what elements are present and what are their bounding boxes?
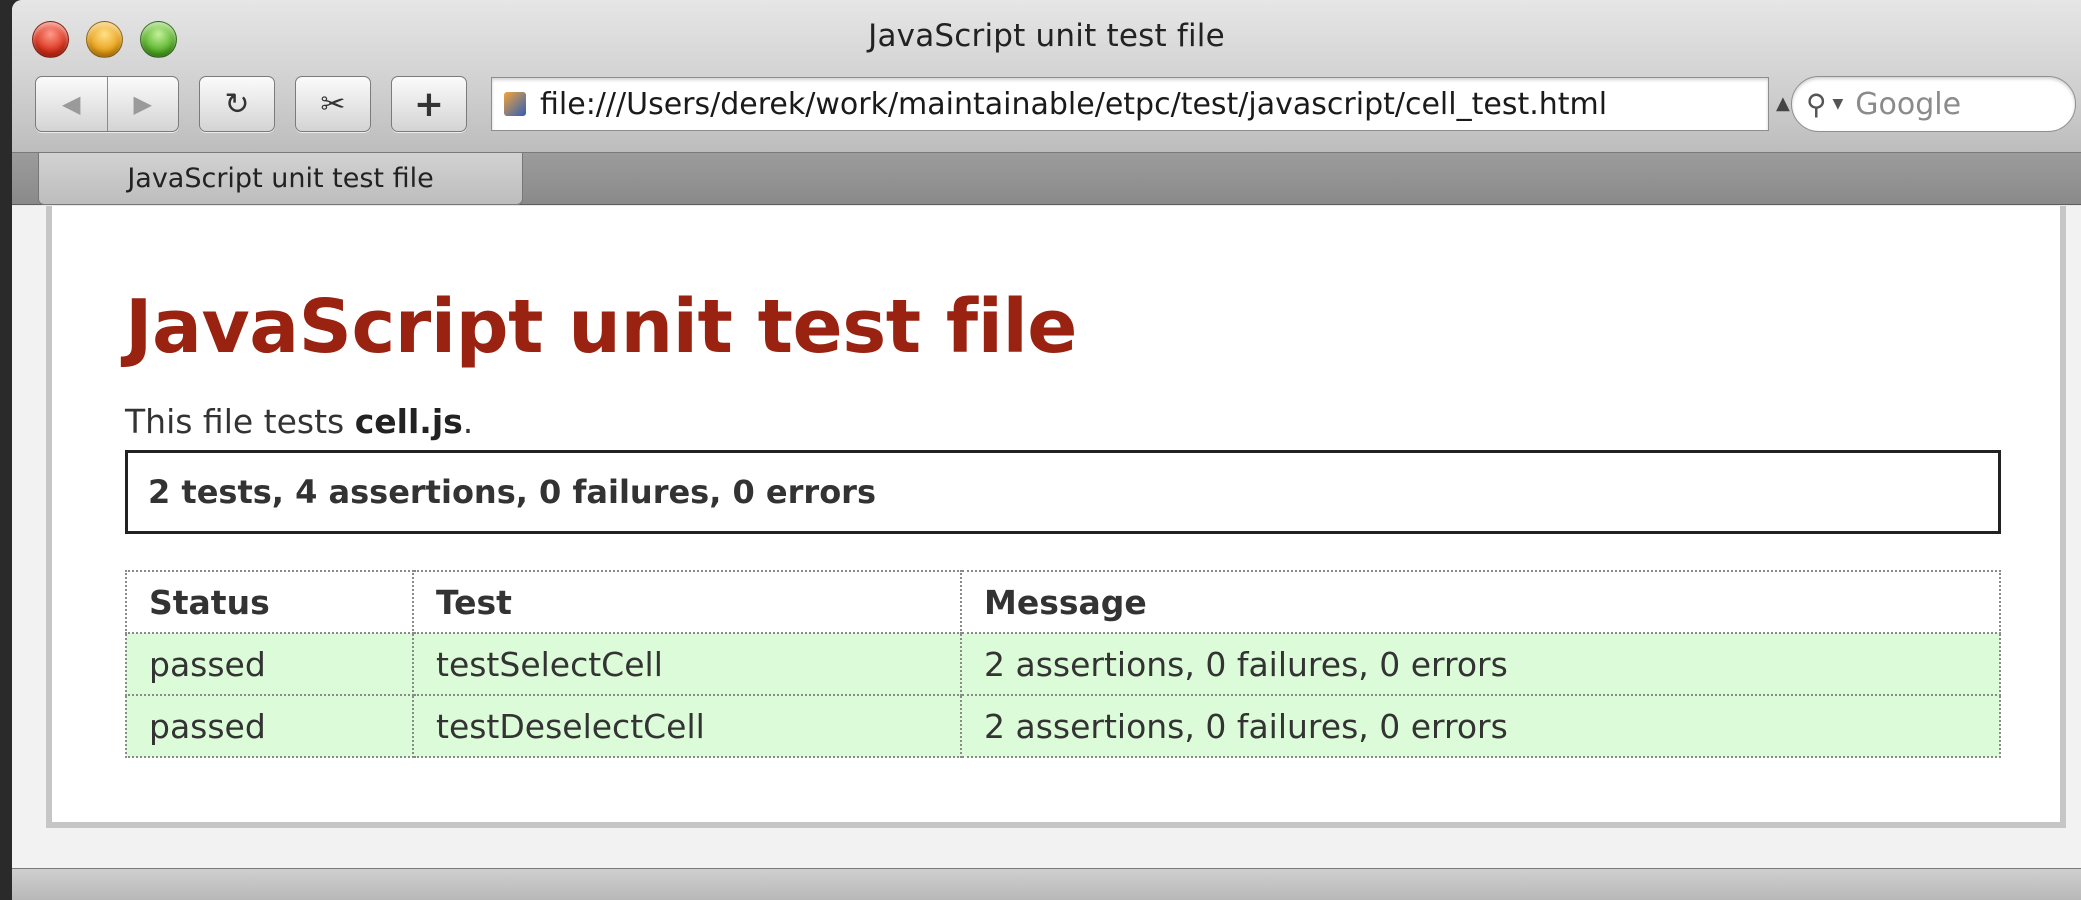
test-summary: 2 tests, 4 assertions, 0 failures, 0 err… [125, 450, 2001, 534]
message-cell: 2 assertions, 0 failures, 0 errors [960, 694, 2001, 758]
add-bookmark-button[interactable]: + [391, 76, 467, 132]
status-bar [12, 868, 2081, 900]
back-forward-group: ◀ ▶ [35, 76, 179, 132]
address-url: file:///Users/derek/work/maintainable/et… [540, 86, 1608, 122]
column-header-test: Test [412, 570, 962, 634]
tab-active[interactable]: JavaScript unit test file [38, 153, 523, 205]
tab-bar: JavaScript unit test file [12, 153, 2081, 205]
reload-button[interactable]: ↻ [199, 76, 275, 132]
column-header-status: Status [125, 570, 414, 634]
intro-file-name: cell.js [354, 402, 463, 441]
results-table: Status Test Message passed testSelectCel… [125, 570, 2001, 758]
search-field[interactable]: ⚲ ▼ Google [1791, 76, 2076, 132]
browser-window: JavaScript unit test file ◀ ▶ ↻ ✂ + file… [12, 0, 2081, 900]
forward-button[interactable]: ▶ [106, 77, 179, 131]
title-toolbar: JavaScript unit test file ◀ ▶ ↻ ✂ + file… [12, 0, 2081, 153]
url-history-chevron-icon[interactable]: ▲ [1776, 93, 1790, 114]
forward-arrow-icon: ▶ [133, 90, 152, 118]
snippet-button[interactable]: ✂ [295, 76, 371, 132]
firefox-icon [504, 92, 526, 116]
window-title: JavaScript unit test file [868, 18, 1225, 54]
search-icon: ⚲ [1806, 87, 1827, 121]
back-button[interactable]: ◀ [36, 77, 107, 131]
page-frame: JavaScript unit test file This file test… [46, 206, 2066, 828]
search-placeholder: Google [1855, 86, 1962, 122]
message-cell: 2 assertions, 0 failures, 0 errors [960, 632, 2001, 696]
status-cell: passed [125, 632, 414, 696]
intro-suffix: . [462, 402, 474, 441]
address-bar[interactable]: file:///Users/derek/work/maintainable/et… [491, 77, 1769, 131]
intro-text: This file tests cell.js. [125, 402, 473, 441]
page-title: JavaScript unit test file [125, 284, 1078, 370]
status-cell: passed [125, 694, 414, 758]
plus-icon: + [413, 83, 445, 125]
scissors-icon: ✂ [320, 86, 346, 122]
table-row: passed testSelectCell 2 assertions, 0 fa… [125, 632, 2001, 696]
table-header-row: Status Test Message [125, 570, 2001, 634]
content-area: JavaScript unit test file This file test… [12, 206, 2081, 868]
table-row: passed testDeselectCell 2 assertions, 0 … [125, 694, 2001, 758]
intro-prefix: This file tests [125, 402, 355, 441]
back-arrow-icon: ◀ [62, 90, 81, 118]
test-cell: testDeselectCell [412, 694, 962, 758]
chevron-down-icon[interactable]: ▼ [1833, 96, 1844, 112]
test-cell: testSelectCell [412, 632, 962, 696]
reload-icon: ↻ [224, 86, 250, 122]
column-header-message: Message [960, 570, 2001, 634]
